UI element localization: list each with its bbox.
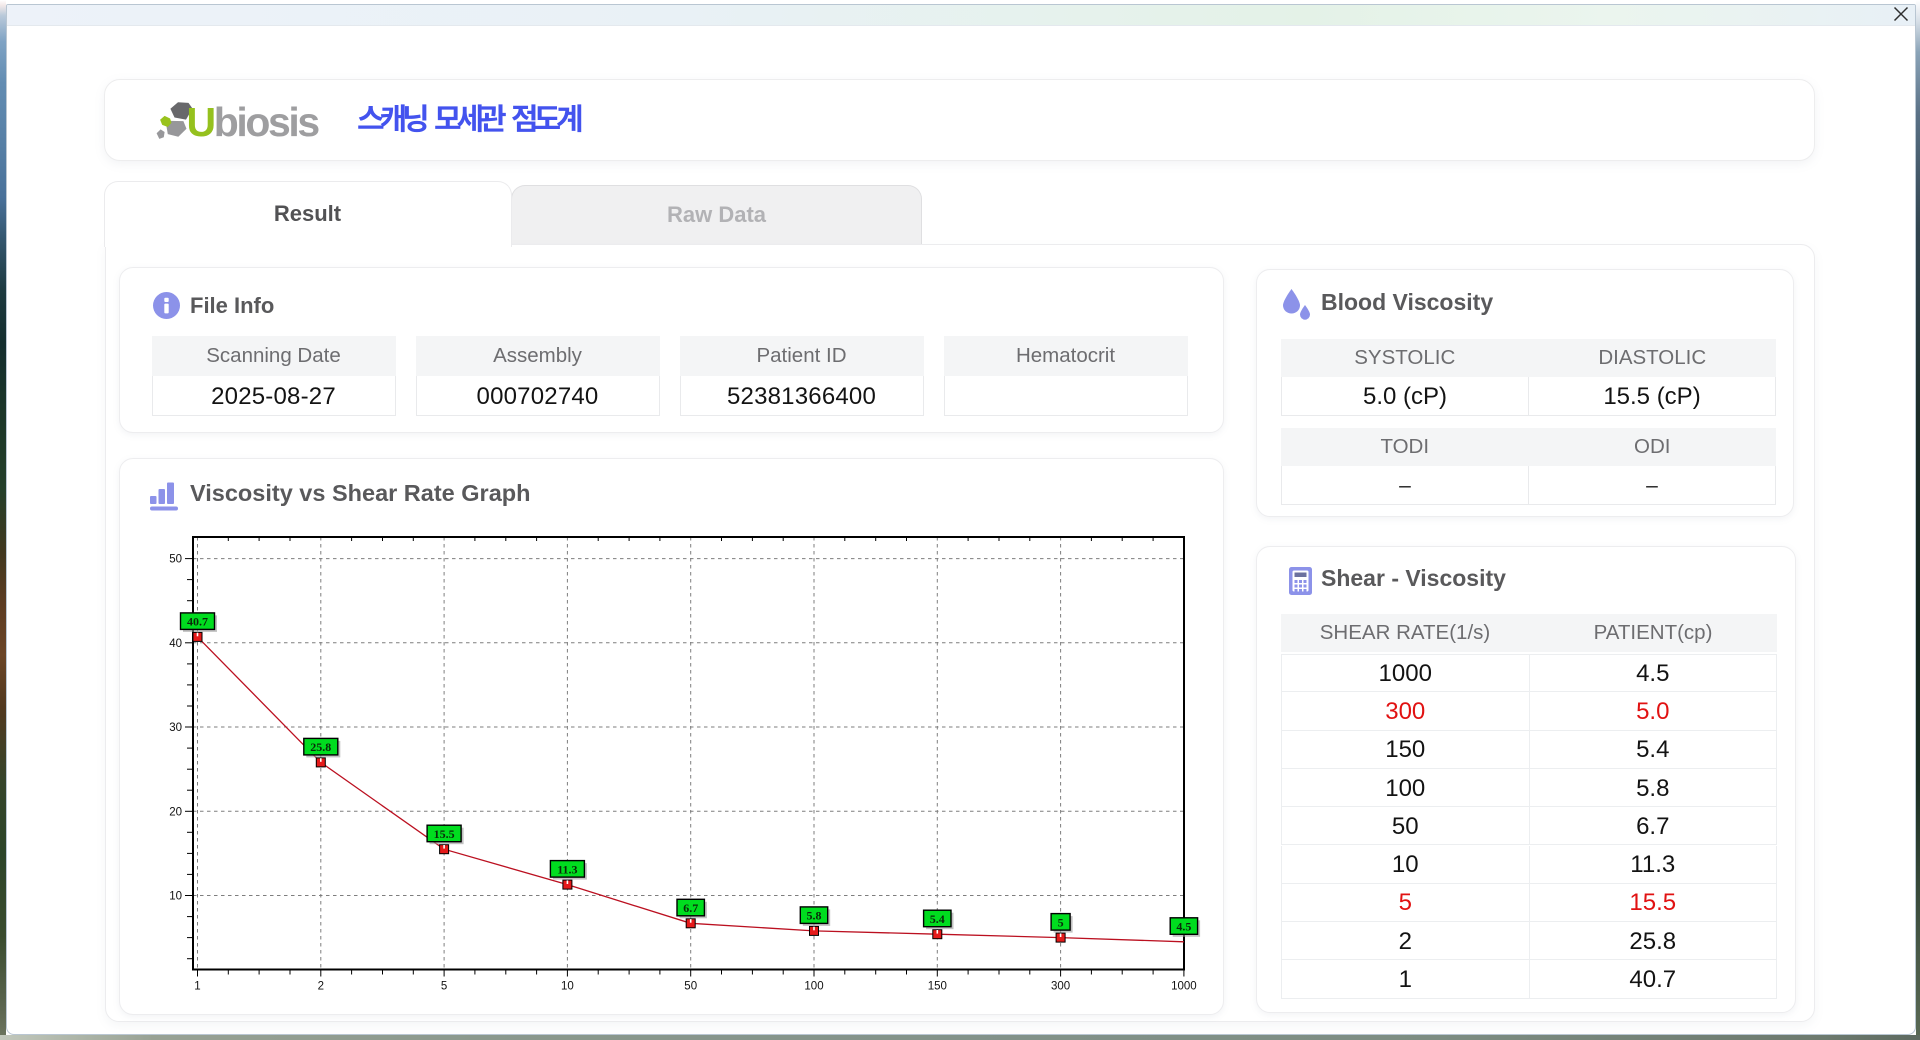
svg-text:6.7: 6.7 [683,901,698,915]
svg-text:100: 100 [804,981,823,993]
svg-text:150: 150 [928,981,947,993]
svg-text:5: 5 [1058,915,1064,929]
svg-text:40.7: 40.7 [187,615,208,629]
svg-text:10: 10 [561,981,574,993]
svg-text:20: 20 [169,806,182,818]
svg-text:15.5: 15.5 [434,827,455,841]
svg-text:5.4: 5.4 [930,912,945,926]
svg-text:5: 5 [441,981,447,993]
svg-text:11.3: 11.3 [557,862,577,876]
svg-text:2: 2 [318,981,324,993]
svg-text:1000: 1000 [1171,981,1197,993]
svg-text:5.8: 5.8 [807,909,822,923]
svg-text:30: 30 [169,722,182,734]
svg-text:50: 50 [169,554,182,566]
svg-text:50: 50 [684,981,697,993]
svg-text:4.5: 4.5 [1176,920,1191,934]
svg-text:1: 1 [194,981,200,993]
svg-text:25.8: 25.8 [310,740,331,754]
svg-text:300: 300 [1051,981,1070,993]
svg-text:10: 10 [169,891,182,903]
svg-text:40: 40 [169,638,182,650]
